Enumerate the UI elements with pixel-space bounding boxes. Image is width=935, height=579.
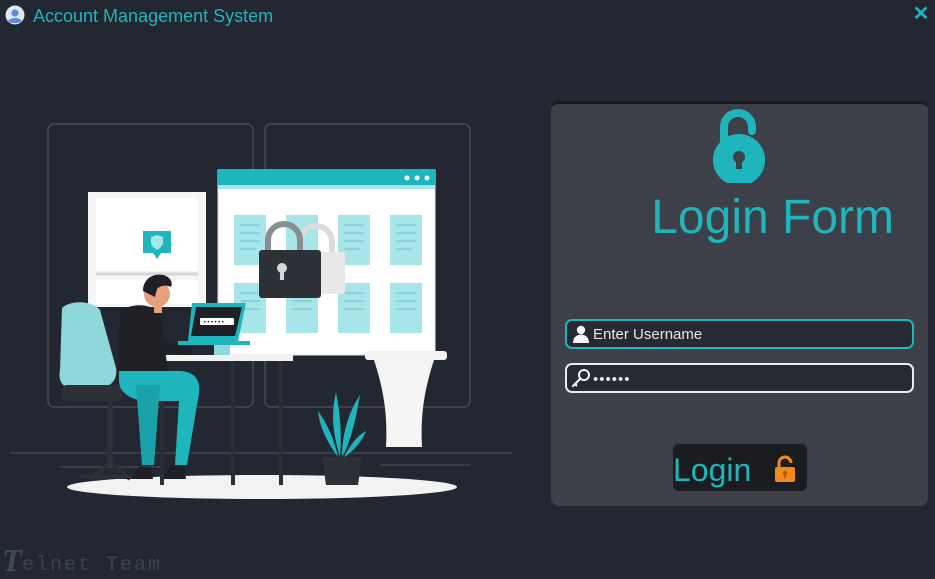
- login-button-label: Login: [673, 452, 752, 488]
- key-icon: [571, 369, 590, 388]
- watermark-initial: T: [2, 542, 22, 578]
- login-button[interactable]: Login: [673, 444, 807, 491]
- username-input[interactable]: [593, 323, 903, 345]
- login-form-title: Login Form: [651, 191, 894, 244]
- username-field[interactable]: [565, 319, 914, 349]
- user-icon: [573, 325, 589, 343]
- user-avatar-icon: [5, 5, 25, 25]
- window-title: Account Management System: [33, 6, 274, 26]
- close-button[interactable]: ✕: [911, 3, 931, 25]
- password-field[interactable]: [565, 363, 914, 393]
- password-input[interactable]: [593, 368, 903, 390]
- svg-text:••••••: ••••••: [203, 319, 225, 326]
- unlocked-padlock-icon: [775, 455, 795, 482]
- unlocked-padlock-icon: [713, 109, 765, 183]
- watermark: T elnet Team: [0, 540, 175, 578]
- login-panel: Login Form Login: [551, 101, 928, 506]
- security-illustration: ••••••: [10, 123, 512, 499]
- close-icon: ✕: [912, 3, 930, 25]
- title-bar: Account Management System ✕: [0, 0, 935, 36]
